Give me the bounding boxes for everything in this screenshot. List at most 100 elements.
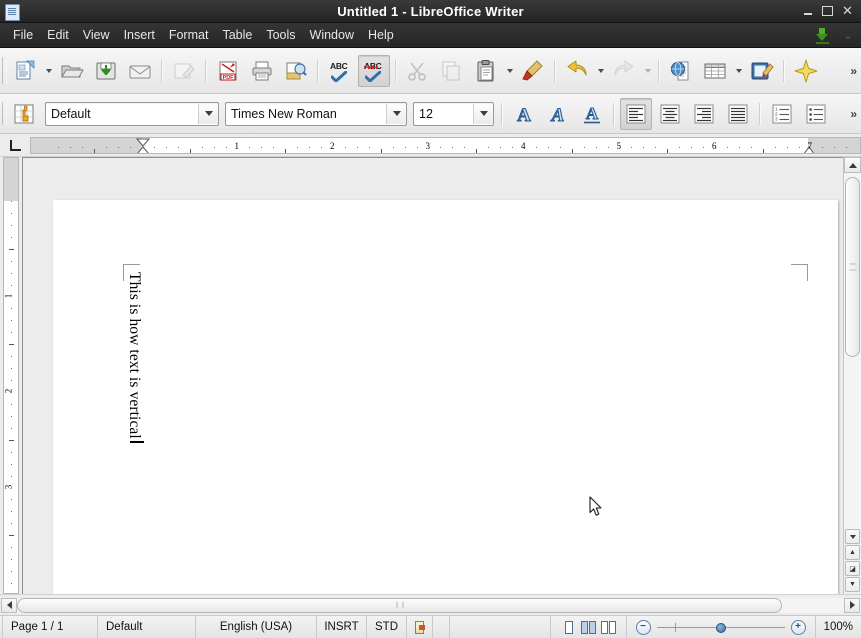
align-center-button[interactable]: [654, 98, 686, 130]
vruler-minor-mark: [11, 213, 12, 214]
menu-edit[interactable]: Edit: [40, 25, 76, 45]
horizontal-ruler[interactable]: 1 2 3 4 5 6 7: [30, 137, 861, 154]
unordered-list-button[interactable]: [800, 98, 832, 130]
minimize-button[interactable]: [802, 5, 813, 17]
bold-button[interactable]: A: [508, 98, 540, 130]
paste-dropdown[interactable]: [503, 57, 516, 85]
zoom-out-button[interactable]: −: [635, 619, 651, 635]
apply-style-button[interactable]: [9, 98, 41, 130]
document-modified-indicator[interactable]: [407, 616, 433, 638]
paragraph-style-dropdown-arrow[interactable]: [198, 103, 218, 124]
auto-spellcheck-button[interactable]: ABC: [358, 54, 390, 87]
vertical-ruler[interactable]: 1 2 3: [0, 157, 22, 594]
download-icon[interactable]: [814, 27, 831, 44]
font-size-combo[interactable]: [413, 101, 494, 126]
paragraph-style-combo[interactable]: [45, 101, 219, 126]
export-as-pdf-button[interactable]: PDF: [212, 55, 244, 87]
document-page[interactable]: This is how text is vertical: [53, 200, 838, 594]
insert-mode-indicator[interactable]: INSRT: [317, 616, 367, 638]
italic-button[interactable]: A: [542, 98, 574, 130]
horizontal-scroll-thumb[interactable]: [17, 597, 782, 613]
scroll-right-button[interactable]: [844, 597, 860, 613]
vertical-scrollbar[interactable]: ▲ ◪ ▼: [843, 157, 861, 594]
book-view-button[interactable]: [600, 620, 616, 634]
chevron-down-icon[interactable]: ⌄: [843, 28, 853, 42]
edit-mode-button[interactable]: [168, 55, 200, 87]
new-document-button[interactable]: [9, 55, 41, 87]
paragraph-style-input[interactable]: [46, 102, 198, 125]
selection-mode-indicator[interactable]: STD: [367, 616, 407, 638]
page-style-indicator[interactable]: Default: [98, 616, 196, 638]
vertical-scroll-thumb[interactable]: [845, 177, 860, 357]
redo-button[interactable]: [608, 55, 640, 87]
align-justified-button[interactable]: [722, 98, 754, 130]
horizontal-scroll-track[interactable]: [17, 597, 844, 613]
print-preview-button[interactable]: [280, 55, 312, 87]
toolbar-drag-handle[interactable]: [0, 94, 8, 133]
spelling-button[interactable]: ABC: [324, 55, 356, 87]
scroll-down-icon[interactable]: [845, 529, 860, 544]
horizontal-scrollbar[interactable]: [0, 594, 861, 615]
ruler-minor-mark: [488, 147, 489, 148]
document-body-text[interactable]: This is how text is vertical: [125, 272, 143, 439]
scroll-left-button[interactable]: [1, 597, 17, 613]
previous-page-icon[interactable]: ▲: [845, 545, 860, 560]
formatting-toolbar-overflow[interactable]: »: [850, 107, 861, 121]
insert-table-dropdown[interactable]: [732, 57, 745, 85]
align-right-button[interactable]: [688, 98, 720, 130]
tab-stop-selector[interactable]: [0, 134, 30, 156]
standard-toolbar-overflow[interactable]: »: [850, 64, 861, 78]
save-button[interactable]: [90, 55, 122, 87]
open-button[interactable]: [56, 55, 88, 87]
document-canvas[interactable]: This is how text is vertical: [22, 157, 843, 594]
undo-button[interactable]: [561, 55, 593, 87]
vruler-minor-mark: [11, 320, 12, 321]
cut-button[interactable]: [402, 55, 434, 87]
language-indicator[interactable]: English (USA): [196, 616, 317, 638]
menu-window[interactable]: Window: [303, 25, 361, 45]
maximize-button[interactable]: [822, 5, 833, 17]
gallery-button[interactable]: [790, 55, 822, 87]
menu-tools[interactable]: Tools: [259, 25, 302, 45]
clone-formatting-button[interactable]: [517, 55, 549, 87]
align-left-button[interactable]: [620, 97, 652, 130]
zoom-percentage[interactable]: 100%: [816, 616, 861, 638]
font-name-combo[interactable]: [225, 101, 407, 126]
menu-insert[interactable]: Insert: [117, 25, 162, 45]
zoom-slider-knob[interactable]: [715, 622, 726, 633]
close-button[interactable]: ✕: [842, 5, 853, 18]
menu-format[interactable]: Format: [162, 25, 216, 45]
single-page-view-button[interactable]: [561, 620, 576, 634]
font-size-dropdown-arrow[interactable]: [473, 103, 493, 124]
redo-dropdown[interactable]: [641, 57, 654, 85]
next-page-icon[interactable]: ▼: [845, 577, 860, 592]
scroll-up-button[interactable]: [844, 157, 861, 173]
page-indicator[interactable]: Page 1 / 1: [2, 616, 98, 638]
font-name-dropdown-arrow[interactable]: [386, 103, 406, 124]
show-draw-functions-button[interactable]: [746, 55, 778, 87]
undo-dropdown[interactable]: [594, 57, 607, 85]
menu-table[interactable]: Table: [215, 25, 259, 45]
zoom-slider[interactable]: [656, 621, 785, 634]
zoom-in-button[interactable]: +: [790, 619, 806, 635]
ordered-list-button[interactable]: 123: [766, 98, 798, 130]
multi-page-view-button[interactable]: [580, 620, 596, 634]
font-size-input[interactable]: [414, 102, 473, 125]
font-name-input[interactable]: [226, 102, 386, 125]
menu-file[interactable]: File: [6, 25, 40, 45]
email-document-button[interactable]: [124, 55, 156, 87]
insert-table-button[interactable]: [699, 55, 731, 87]
new-document-dropdown[interactable]: [42, 57, 55, 85]
underline-button[interactable]: A: [576, 98, 608, 130]
print-button[interactable]: [246, 55, 278, 87]
insert-hyperlink-button[interactable]: [665, 55, 697, 87]
copy-button[interactable]: [436, 55, 468, 87]
toolbar-drag-handle[interactable]: [0, 48, 8, 93]
navigation-icon[interactable]: ◪: [845, 561, 860, 576]
digital-signature-indicator[interactable]: [433, 616, 450, 638]
menu-help[interactable]: Help: [361, 25, 401, 45]
paste-button[interactable]: [470, 55, 502, 87]
indent-markers[interactable]: [135, 138, 151, 154]
vertical-scroll-track[interactable]: [844, 173, 861, 529]
menu-view[interactable]: View: [76, 25, 117, 45]
